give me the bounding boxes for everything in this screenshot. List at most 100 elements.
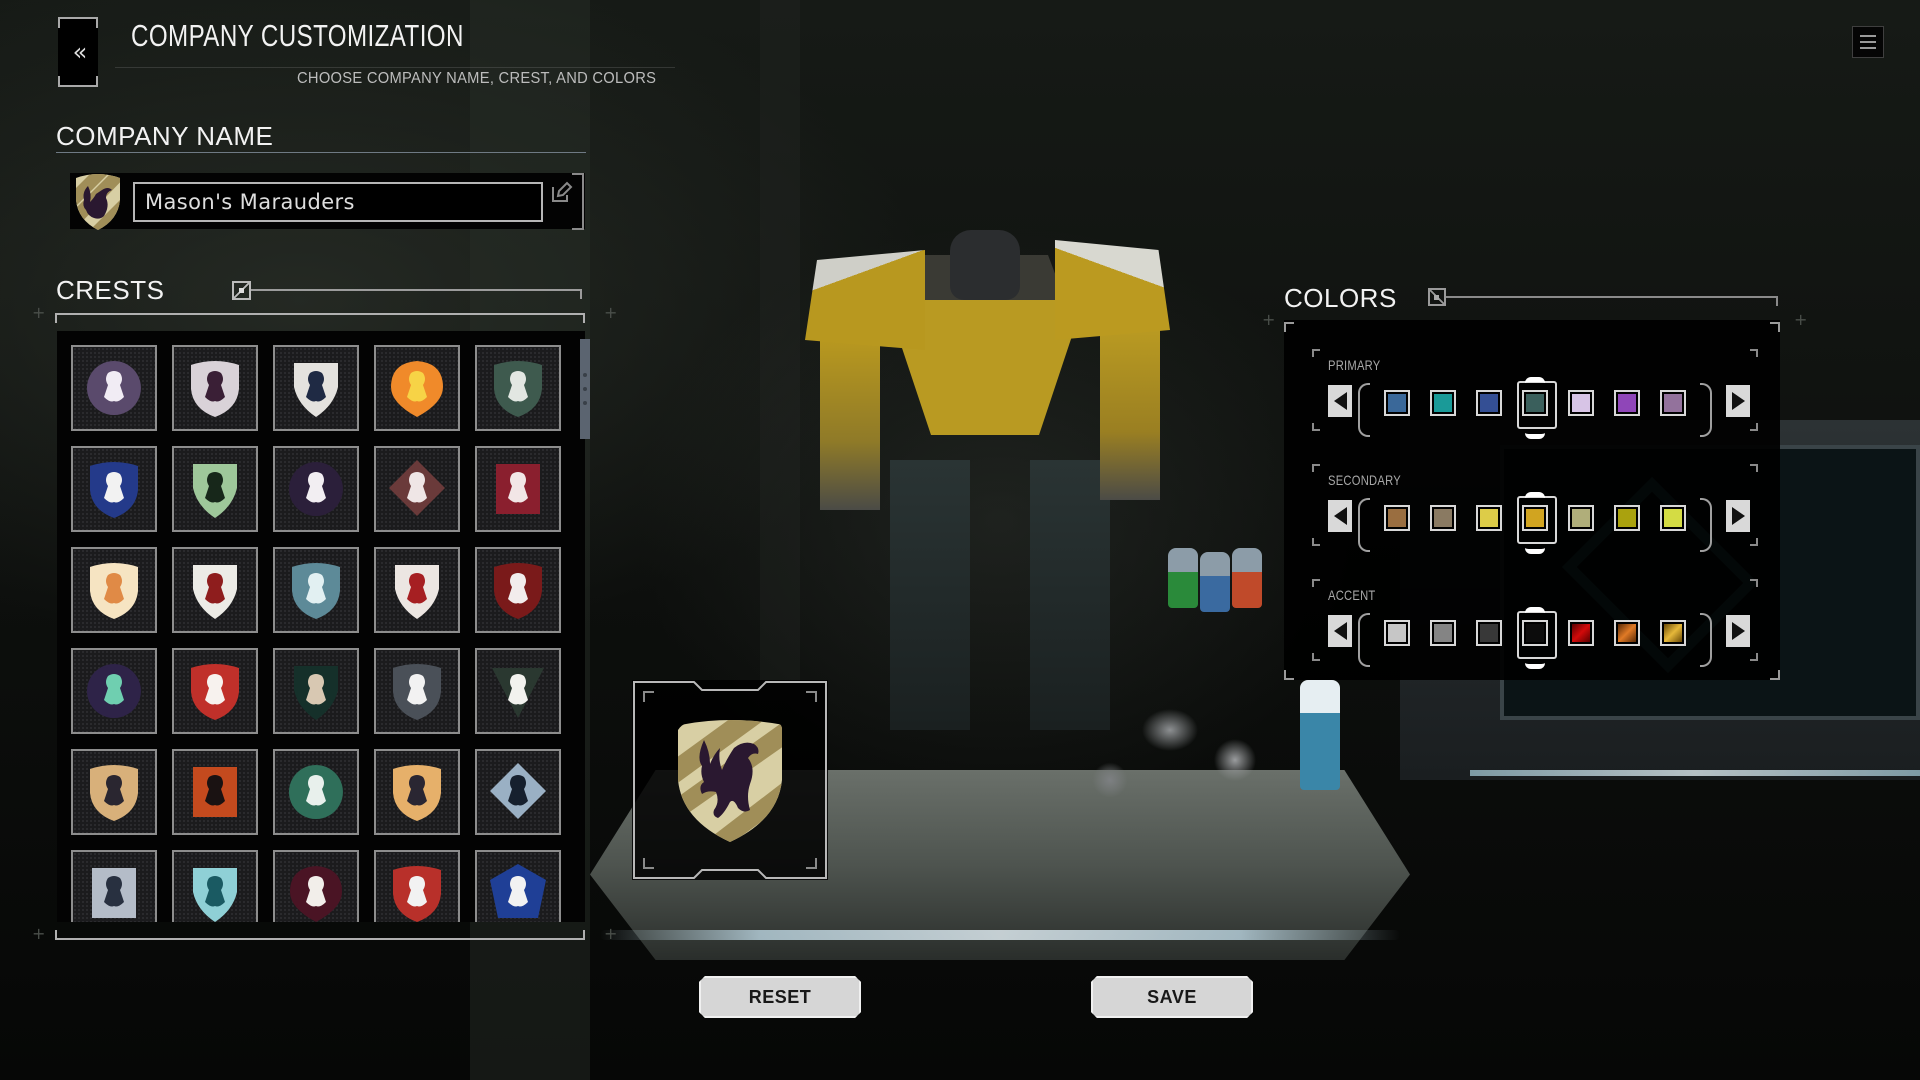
crosshair-decoration: + [1794,310,1808,329]
primary-swatch[interactable] [1384,390,1410,416]
crest-tile-crown-orange-disc[interactable] [374,345,460,431]
company-name-input[interactable]: Mason's Marauders [133,182,543,222]
crest-tile-ram-dark-shield[interactable] [273,648,359,734]
crest-tile-blood-drops-white-shield[interactable] [374,547,460,633]
crest-tile-wings-cream-shield[interactable] [71,547,157,633]
crest-tile-kraken-red-shield[interactable] [475,547,561,633]
crest-tile-lotus-teal-disc[interactable] [71,648,157,734]
color-group-label: ACCENT [1328,587,1376,603]
accent-swatch[interactable] [1384,620,1410,646]
crest-tile-griffin-purple-disc[interactable] [71,345,157,431]
crest-tile-hawk-grey-banner[interactable] [71,850,157,922]
primary-next-button[interactable] [1726,385,1750,417]
secondary-swatch[interactable] [1614,505,1640,531]
crest-tile-spider-blue-pentagon[interactable] [475,850,561,922]
swatch-bracket-left [1358,383,1370,437]
swatch-color [1388,624,1406,642]
crest-tile-knight-green-shield[interactable] [172,446,258,532]
colors-heading: COLORS [1284,283,1397,313]
secondary-swatch[interactable] [1384,505,1410,531]
arrow-right-icon [1731,392,1745,410]
swatch-color [1572,394,1590,412]
crest-tile-bear-white-shield[interactable] [172,345,258,431]
crest-tile-moth-purple-disc[interactable] [273,446,359,532]
save-button[interactable]: SAVE [1091,976,1253,1018]
crest-tile-face-teal-shield[interactable] [172,850,258,922]
back-button[interactable]: « [58,17,98,87]
arrow-left-icon [1333,622,1347,640]
primary-swatch[interactable] [1517,377,1557,439]
secondary-next-button[interactable] [1726,500,1750,532]
crest-tile-spider-split-shield[interactable] [374,850,460,922]
expand-toggle-icon[interactable] [232,281,251,300]
crest-tile-sword-gold-shield[interactable] [374,749,460,835]
crest-tile-lion-blue-shield[interactable] [71,446,157,532]
primary-prev-button[interactable] [1328,385,1352,417]
crests-scrollbar[interactable] [580,339,590,439]
crest-tile-knight-split-diamond[interactable] [374,446,460,532]
secondary-swatch[interactable] [1430,505,1456,531]
secondary-swatch[interactable] [1517,492,1557,554]
selected-crest-thumbnail [76,174,120,230]
swatch-color [1480,624,1498,642]
company-name-divider [56,152,586,153]
crest-tile-stag-skull-maroon[interactable] [273,850,359,922]
accent-swatch[interactable] [1517,607,1557,669]
color-group-secondary: SECONDARY [1312,460,1758,554]
group-corner [1312,538,1320,546]
accent-swatch[interactable] [1660,620,1686,646]
secondary-swatch[interactable] [1476,505,1502,531]
swatch-bracket-right [1700,613,1712,667]
group-corner [1312,579,1320,587]
color-group-label: PRIMARY [1328,357,1381,373]
crest-tile-griffin-white-shield[interactable] [273,345,359,431]
swatch-color [1572,509,1590,527]
expand-toggle-icon[interactable] [1428,288,1446,306]
knight-green-shield-icon [193,464,237,518]
crest-tile-spartan-white-shield[interactable] [172,547,258,633]
crest-tile-lion-red-banner[interactable] [172,648,258,734]
primary-swatch[interactable] [1660,390,1686,416]
crest-tile-dragon-orange-banner[interactable] [172,749,258,835]
accent-swatch[interactable] [1568,620,1594,646]
secondary-prev-button[interactable] [1328,500,1352,532]
edit-pencil-icon[interactable] [551,181,573,203]
company-name-bracket [572,173,584,230]
swatch-color [1526,394,1544,412]
crest-tile-kraken-teal-shield[interactable] [273,547,359,633]
primary-swatch[interactable] [1614,390,1640,416]
primary-swatch[interactable] [1568,390,1594,416]
crest-tile-ram-green-triangle[interactable] [475,648,561,734]
swatch-bracket-left [1358,498,1370,552]
spider-split-shield-icon [393,866,441,922]
accent-swatch[interactable] [1476,620,1502,646]
secondary-swatch[interactable] [1568,505,1594,531]
menu-button[interactable] [1852,26,1884,58]
group-corner [1750,423,1758,431]
crest-tile-horse-grey-shield[interactable] [374,648,460,734]
lotus-teal-disc-icon [86,664,141,718]
reset-button[interactable]: RESET [699,976,861,1018]
stag-skull-maroon-icon [290,866,342,922]
accent-swatch[interactable] [1430,620,1456,646]
crest-tile-dragon-skull-green-shield[interactable] [475,345,561,431]
crest-tile-triskele-green-disc[interactable] [273,749,359,835]
accent-prev-button[interactable] [1328,615,1352,647]
crest-tile-eagle-blue-quatrefoil[interactable] [475,749,561,835]
bear-white-shield-icon [191,361,239,417]
blood-drops-white-shield-icon [395,565,439,619]
crest-tile-demon-gold-shield[interactable] [71,749,157,835]
primary-swatch[interactable] [1430,390,1456,416]
crown-orange-disc-icon [391,361,443,417]
secondary-swatch[interactable] [1660,505,1686,531]
arrow-left-icon [1333,392,1347,410]
accent-next-button[interactable] [1726,615,1750,647]
accent-swatch[interactable] [1614,620,1640,646]
swatch-color [1618,394,1636,412]
group-corner [1312,464,1320,472]
griffin-purple-disc-icon [86,361,141,415]
primary-swatch[interactable] [1476,390,1502,416]
crest-tile-knight-red-square[interactable] [475,446,561,532]
knight-red-square-icon [496,464,540,514]
group-corner [1750,579,1758,587]
